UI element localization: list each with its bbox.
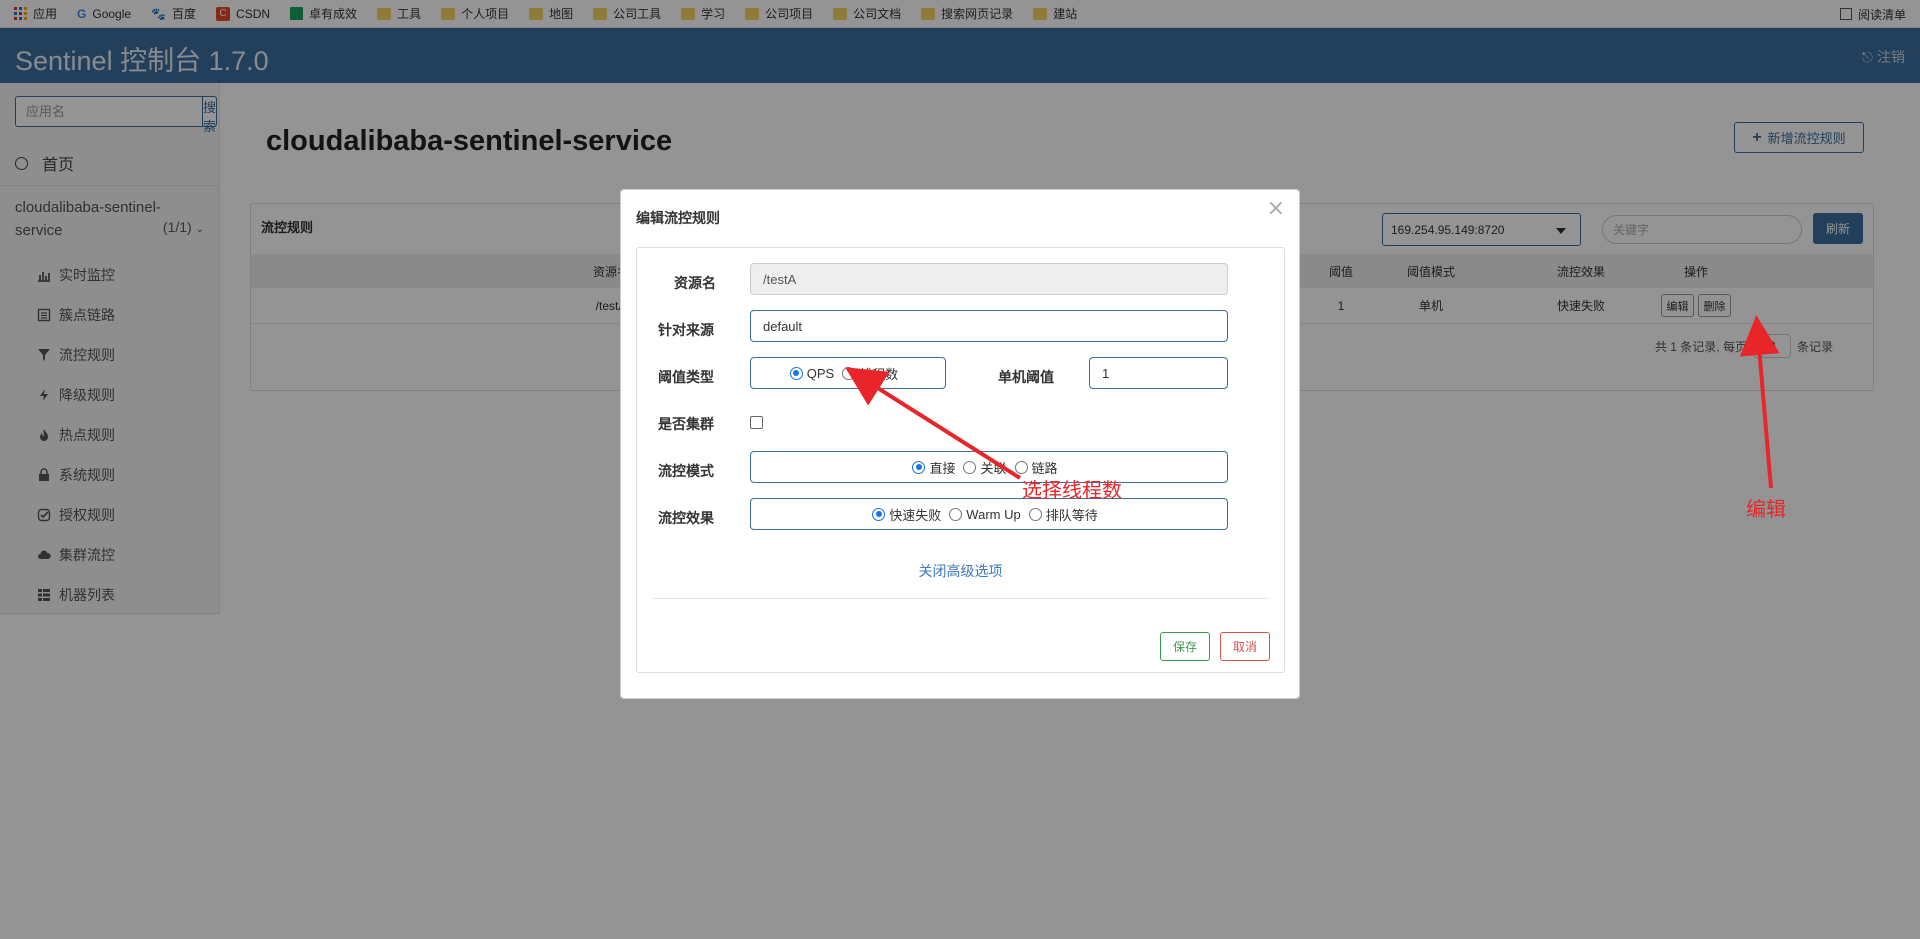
- dialog-title: 编辑流控规则: [636, 210, 720, 226]
- radio-unchecked-icon: [1028, 507, 1042, 521]
- radio-warm-up[interactable]: Warm Up: [949, 507, 1021, 522]
- effect-radio-group: 快速失败 Warm Up 排队等待: [750, 498, 1228, 530]
- radio-relate[interactable]: 关联: [963, 458, 1007, 477]
- strategy-radio-group: 直接 关联 链路: [750, 451, 1228, 483]
- grade-radio-group: QPS 线程数: [750, 357, 946, 389]
- cluster-checkbox[interactable]: [750, 416, 763, 429]
- effect-label: 流控效果: [658, 510, 714, 526]
- radio-queue[interactable]: 排队等待: [1028, 505, 1098, 524]
- annotation-thread-note: 选择线程数: [1022, 478, 1122, 502]
- radio-unchecked-icon: [963, 460, 977, 474]
- cancel-button[interactable]: 取消: [1220, 632, 1270, 661]
- radio-checked-icon: [789, 366, 803, 380]
- dialog-form: 资源名 /testA 针对来源 default 阈值类型 QPS 线程数 单机阈…: [636, 247, 1285, 673]
- radio-checked-icon: [912, 460, 926, 474]
- radio-unchecked-icon: [1014, 460, 1028, 474]
- divider: [652, 598, 1269, 599]
- close-icon[interactable]: ×: [1267, 196, 1285, 221]
- resource-field: /testA: [750, 263, 1228, 295]
- radio-unchecked-icon: [842, 366, 856, 380]
- count-label: 单机阈值: [998, 369, 1054, 385]
- radio-qps[interactable]: QPS: [789, 366, 834, 381]
- edit-flow-rule-dialog: 编辑流控规则 × 资源名 /testA 针对来源 default 阈值类型 QP…: [620, 189, 1300, 699]
- radio-unchecked-icon: [949, 507, 963, 521]
- radio-checked-icon: [872, 507, 886, 521]
- radio-direct[interactable]: 直接: [912, 458, 955, 477]
- toggle-advanced-link[interactable]: 关闭高级选项: [637, 561, 1284, 581]
- radio-fast-fail[interactable]: 快速失败: [872, 505, 941, 524]
- origin-input[interactable]: default: [750, 310, 1228, 342]
- cluster-label: 是否集群: [658, 416, 714, 432]
- save-button[interactable]: 保存: [1160, 632, 1210, 661]
- strategy-label: 流控模式: [658, 463, 714, 479]
- grade-label: 阈值类型: [658, 369, 714, 385]
- radio-thread-count[interactable]: 线程数: [842, 364, 898, 383]
- resource-label: 资源名: [674, 275, 716, 291]
- annotation-edit-note: 编辑: [1746, 497, 1786, 521]
- count-input[interactable]: 1: [1089, 357, 1228, 389]
- origin-label: 针对来源: [658, 322, 714, 338]
